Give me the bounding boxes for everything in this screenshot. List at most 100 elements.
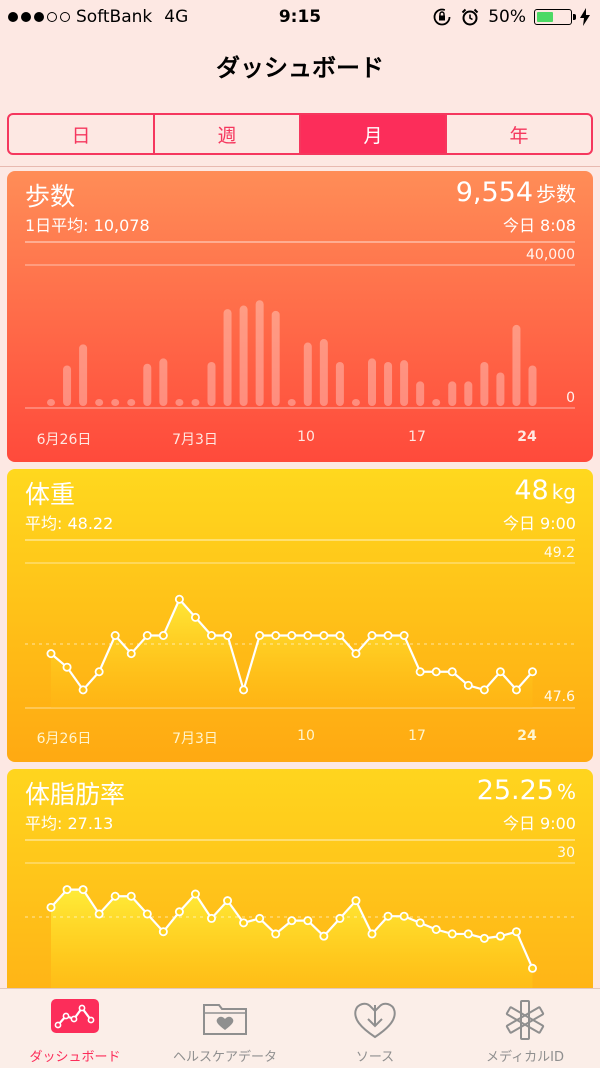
data-point <box>174 907 184 917</box>
data-point <box>158 927 168 937</box>
step-bar <box>416 381 425 406</box>
data-point <box>126 891 136 901</box>
step-bar <box>400 360 409 406</box>
step-bar <box>368 358 376 406</box>
nav-divider <box>0 166 600 167</box>
step-bar <box>223 309 232 406</box>
data-point <box>174 594 184 604</box>
x-tick-label-today: 24 <box>517 728 537 744</box>
data-point <box>495 931 505 941</box>
step-bar <box>512 324 521 406</box>
data-point <box>383 630 393 640</box>
battery-icon <box>534 9 576 25</box>
data-point <box>46 902 56 912</box>
step-bar <box>143 363 152 406</box>
step-bar <box>271 310 280 406</box>
step-bar <box>207 361 216 406</box>
steps-card[interactable]: 歩数 1日平均: 10,078 9,554 歩数 今日 8:08 40,000 0 … <box>7 171 593 462</box>
weight-chart: 49.2 47.6 <box>25 539 575 709</box>
step-bar <box>464 381 473 406</box>
y-max-label: 40,000 <box>526 247 575 263</box>
x-tick-label: 17 <box>408 728 426 744</box>
data-point <box>319 630 329 640</box>
data-point <box>463 680 473 690</box>
data-point <box>190 612 200 622</box>
body-fat-card[interactable]: 体脂肪率 平均: 27.13 25.25% 今日 9:00 30 <box>7 769 593 999</box>
data-point <box>367 630 377 640</box>
step-bar <box>528 365 537 406</box>
status-bar: SoftBank 4G 9:15 50% <box>0 0 600 36</box>
x-tick-label: 10 <box>297 728 315 744</box>
data-point <box>62 662 72 672</box>
data-point <box>206 913 216 923</box>
data-point <box>479 933 489 943</box>
step-bar <box>111 398 120 406</box>
data-point <box>255 630 265 640</box>
step-bar <box>384 361 393 406</box>
tab-bar: ダッシュボード ヘルスケアデータ ソース メディカルID <box>0 988 600 1068</box>
data-point <box>110 630 120 640</box>
tab-label: ダッシュボード <box>29 1050 121 1065</box>
series-area <box>51 599 533 708</box>
weight-card[interactable]: 体重 平均: 48.22 48 kg 今日 9:00 49.2 47.6 6月26日… <box>7 469 593 762</box>
step-bar <box>496 372 505 406</box>
tab-dashboard[interactable]: ダッシュボード <box>0 989 150 1068</box>
step-bar <box>351 399 360 406</box>
data-point <box>383 911 393 921</box>
data-point <box>190 889 200 899</box>
data-point <box>447 667 457 677</box>
x-tick-label: 17 <box>408 429 426 445</box>
data-point <box>303 916 313 926</box>
y-min-label: 47.6 <box>544 689 575 705</box>
data-point <box>142 630 152 640</box>
step-bar <box>335 361 344 406</box>
segment-day[interactable]: 日 <box>9 115 155 153</box>
step-bar <box>255 300 264 406</box>
data-point <box>528 667 538 677</box>
tab-medical-id[interactable]: メディカルID <box>450 989 600 1068</box>
step-bar <box>319 339 328 406</box>
data-point <box>255 913 265 923</box>
data-point <box>511 927 521 937</box>
data-point <box>415 667 425 677</box>
step-bar <box>303 342 312 406</box>
data-point <box>78 685 88 695</box>
step-bar <box>47 399 55 406</box>
medical-id-asterisk-icon <box>505 1000 545 1040</box>
step-bar <box>480 361 489 406</box>
data-point <box>62 885 72 895</box>
rotation-lock-icon <box>433 8 451 26</box>
health-data-folder-heart-icon <box>203 1004 247 1035</box>
step-bar <box>175 399 184 406</box>
data-point <box>271 630 281 640</box>
data-point <box>319 931 329 941</box>
data-point <box>287 630 297 640</box>
x-tick-label: 6月26日 <box>36 432 92 448</box>
body-fat-chart: 30 <box>25 839 575 999</box>
data-point <box>479 685 489 695</box>
steps-chart: 40,000 0 <box>25 241 575 409</box>
data-point <box>303 630 313 640</box>
data-point <box>528 963 538 973</box>
data-point <box>495 667 505 677</box>
tab-health-data[interactable]: ヘルスケアデータ <box>150 989 300 1068</box>
segment-week[interactable]: 週 <box>155 115 301 153</box>
step-bar <box>432 399 441 406</box>
step-bar <box>191 399 200 406</box>
data-point <box>351 649 361 659</box>
data-point <box>46 649 56 659</box>
data-point <box>271 929 281 939</box>
data-point <box>78 885 88 895</box>
y-max-label: 49.2 <box>544 545 575 561</box>
data-point <box>335 630 345 640</box>
steps-x-axis: 6月26日 7月3日 10 17 24 <box>7 429 593 449</box>
tab-label: ソース <box>355 1050 395 1065</box>
data-point <box>206 630 216 640</box>
step-bar <box>95 399 104 406</box>
data-point <box>431 924 441 934</box>
data-point <box>223 630 233 640</box>
segment-year[interactable]: 年 <box>447 115 591 153</box>
data-point <box>158 630 168 640</box>
tab-sources[interactable]: ソース <box>300 989 450 1068</box>
segment-month[interactable]: 月 <box>301 115 447 153</box>
